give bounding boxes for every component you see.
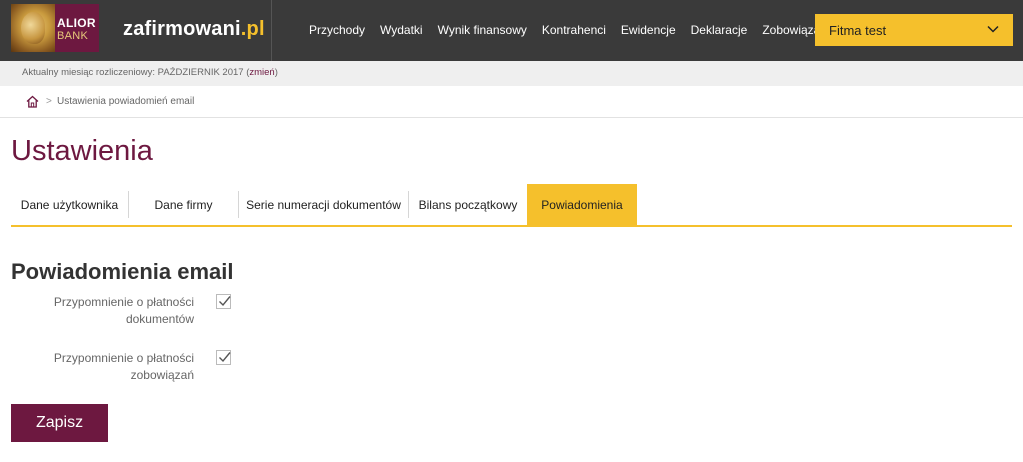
nav-ewidencje[interactable]: Ewidencje [621,23,676,37]
billing-month-bar: Aktualny miesiąc rozliczeniowy: PAŹDZIER… [0,61,1023,86]
section-title: Powiadomienia email [11,259,234,284]
chevron-down-icon [987,25,999,33]
alior-bank-logo[interactable]: ALIOR BANK [11,4,99,52]
logo-text-bank: BANK [57,30,89,42]
company-name: Fitma test [829,23,887,38]
breadcrumb-current: Ustawienia powiadomień email [57,96,195,107]
logo-text-alior: ALIOR [57,16,96,30]
nav-przychody[interactable]: Przychody [309,23,365,37]
brand-name[interactable]: zafirmowani.pl [123,18,265,41]
nav-wydatki[interactable]: Wydatki [380,23,423,37]
option-label-zobowiazania: Przypomnienie o płatności zobowiązań [53,351,194,382]
tab-dane-firmy[interactable]: Dane firmy [129,184,238,225]
home-icon[interactable] [26,95,39,108]
settings-tabs: Dane użytkownika Dane firmy Serie numera… [11,184,1012,227]
checkmark-icon [219,352,231,363]
tab-powiadomienia[interactable]: Powiadomienia [527,184,637,225]
tab-bilans-poczatkowy[interactable]: Bilans początkowy [409,184,527,225]
change-month-link[interactable]: zmień [249,67,274,78]
checkbox-przypomnienie-dokumentow[interactable] [216,294,231,309]
nav-kontrahenci[interactable]: Kontrahenci [542,23,606,37]
save-button[interactable]: Zapisz [11,404,108,442]
brand-divider [271,0,272,61]
checkmark-icon [219,296,231,307]
company-select[interactable]: Fitma test [815,14,1013,46]
checkbox-przypomnienie-zobowiazan[interactable] [216,350,231,365]
tab-dane-uzytkownika[interactable]: Dane użytkownika [11,184,128,225]
logo-portrait-icon [11,4,55,52]
nav-wynik-finansowy[interactable]: Wynik finansowy [438,23,527,37]
breadcrumb: > Ustawienia powiadomień email [0,86,1023,118]
page-title: Ustawienia [11,135,153,167]
option-label-dokumenty: Przypomnienie o płatności dokumentów [53,295,194,326]
billing-month-text: Aktualny miesiąc rozliczeniowy: PAŹDZIER… [22,67,278,78]
tab-serie-numeracji[interactable]: Serie numeracji dokumentów [239,184,408,225]
top-bar: ALIOR BANK zafirmowani.pl Przychody Wyda… [0,0,1023,61]
nav-deklaracje[interactable]: Deklaracje [691,23,748,37]
breadcrumb-separator: > [46,96,52,107]
main-nav: Przychody Wydatki Wynik finansowy Kontra… [309,23,851,37]
